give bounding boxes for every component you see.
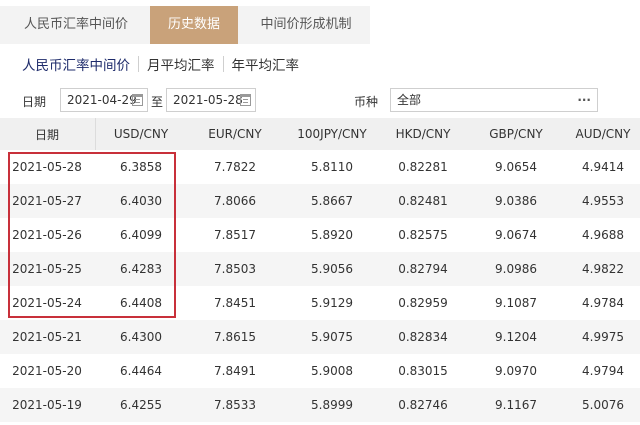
table-row: 2021-05-19 6.4255 7.8533 5.8999 0.82746 … [0, 388, 640, 422]
table-row: 2021-05-26 6.4099 7.8517 5.8920 0.82575 … [0, 218, 640, 252]
end-date-value: 2021-05-28 [173, 93, 243, 107]
cell-usd: 6.4255 [120, 398, 162, 412]
cell-jpy: 5.8110 [311, 160, 353, 174]
cell-aud: 4.9553 [582, 194, 624, 208]
cell-gbp: 9.0654 [495, 160, 537, 174]
more-options-icon[interactable]: ··· [577, 89, 591, 111]
cell-jpy: 5.9008 [311, 364, 353, 378]
rate-table: 日期 USD/CNY EUR/CNY 100JPY/CNY HKD/CNY GB… [0, 118, 640, 422]
cell-gbp: 9.0986 [495, 262, 537, 276]
cell-eur: 7.8451 [214, 296, 256, 310]
cell-eur: 7.8517 [214, 228, 256, 242]
start-date-value: 2021-04-29 [67, 93, 137, 107]
tab-rmb-central-parity[interactable]: 人民币汇率中间价 [10, 6, 142, 44]
tab-parity-formation-mechanism[interactable]: 中间价形成机制 [246, 6, 366, 44]
cell-date: 2021-05-21 [12, 330, 82, 344]
to-label: 至 [151, 95, 164, 109]
table-row: 2021-05-21 6.4300 7.8615 5.9075 0.82834 … [0, 320, 640, 354]
cell-hkd: 0.82575 [398, 228, 448, 242]
cell-hkd: 0.82281 [398, 160, 448, 174]
start-date-input[interactable]: 2021-04-29 [60, 88, 148, 112]
currency-selected-value: 全部 [397, 93, 422, 107]
cell-jpy: 5.8920 [311, 228, 353, 242]
cell-jpy: 5.8667 [311, 194, 353, 208]
cell-eur: 7.8503 [214, 262, 256, 276]
cell-date: 2021-05-24 [12, 296, 82, 310]
cell-hkd: 0.82834 [398, 330, 448, 344]
cell-usd: 6.4408 [120, 296, 162, 310]
cell-date: 2021-05-26 [12, 228, 82, 242]
header-usd: USD/CNY [113, 127, 169, 141]
cell-usd: 6.4030 [120, 194, 162, 208]
subtab-yearly-average[interactable]: 年平均汇率 [224, 54, 308, 74]
cell-usd: 6.3858 [120, 160, 162, 174]
cell-date: 2021-05-19 [12, 398, 82, 412]
cell-date: 2021-05-25 [12, 262, 82, 276]
tab-historical-data[interactable]: 历史数据 [150, 6, 238, 44]
table-header: 日期 USD/CNY EUR/CNY 100JPY/CNY HKD/CNY GB… [0, 118, 640, 150]
cell-aud: 4.9784 [582, 296, 624, 310]
cell-hkd: 0.82959 [398, 296, 448, 310]
header-gbp: GBP/CNY [489, 127, 543, 141]
calendar-icon[interactable] [240, 94, 251, 106]
cell-jpy: 5.9056 [311, 262, 353, 276]
cell-gbp: 9.0386 [495, 194, 537, 208]
cell-usd: 6.4283 [120, 262, 162, 276]
header-date: 日期 [34, 127, 59, 142]
cell-usd: 6.4099 [120, 228, 162, 242]
table-row: 2021-05-24 6.4408 7.8451 5.9129 0.82959 … [0, 286, 640, 320]
cell-hkd: 0.83015 [398, 364, 448, 378]
cell-aud: 4.9975 [582, 330, 624, 344]
cell-gbp: 9.1087 [495, 296, 537, 310]
cell-aud: 4.9794 [582, 364, 624, 378]
cell-jpy: 5.9075 [311, 330, 353, 344]
cell-aud: 4.9414 [582, 160, 624, 174]
header-hkd: HKD/CNY [395, 127, 451, 141]
header-aud: AUD/CNY [575, 127, 631, 141]
cell-eur: 7.8615 [214, 330, 256, 344]
cell-gbp: 9.0674 [495, 228, 537, 242]
cell-aud: 5.0076 [582, 398, 624, 412]
cell-hkd: 0.82746 [398, 398, 448, 412]
table-row: 2021-05-27 6.4030 7.8066 5.8667 0.82481 … [0, 184, 640, 218]
cell-jpy: 5.8999 [311, 398, 353, 412]
header-jpy: 100JPY/CNY [297, 127, 367, 141]
cell-date: 2021-05-27 [12, 194, 82, 208]
table-row: 2021-05-28 6.3858 7.7822 5.8110 0.82281 … [0, 150, 640, 184]
cell-aud: 4.9688 [582, 228, 624, 242]
currency-select[interactable]: 全部 ··· [390, 88, 598, 112]
cell-usd: 6.4464 [120, 364, 162, 378]
cell-hkd: 0.82481 [398, 194, 448, 208]
cell-gbp: 9.1167 [495, 398, 537, 412]
top-tab-bar: 人民币汇率中间价 历史数据 中间价形成机制 [0, 0, 640, 44]
sub-tab-bar: 人民币汇率中间价 月平均汇率 年平均汇率 [0, 50, 640, 78]
cell-eur: 7.8066 [214, 194, 256, 208]
end-date-input[interactable]: 2021-05-28 [166, 88, 256, 112]
calendar-icon[interactable] [132, 94, 143, 106]
cell-aud: 4.9822 [582, 262, 624, 276]
cell-gbp: 9.1204 [495, 330, 537, 344]
cell-date: 2021-05-28 [12, 160, 82, 174]
filter-bar: 日期 2021-04-29 至 2021-05-28 币种 全部 ··· [0, 86, 640, 116]
cell-eur: 7.8533 [214, 398, 256, 412]
cell-gbp: 9.0970 [495, 364, 537, 378]
table-row: 2021-05-25 6.4283 7.8503 5.9056 0.82794 … [0, 252, 640, 286]
cell-eur: 7.7822 [214, 160, 256, 174]
header-eur: EUR/CNY [208, 127, 262, 141]
cell-hkd: 0.82794 [398, 262, 448, 276]
currency-label: 币种 [354, 95, 379, 109]
cell-eur: 7.8491 [214, 364, 256, 378]
table-row: 2021-05-20 6.4464 7.8491 5.9008 0.83015 … [0, 354, 640, 388]
subtab-central-parity[interactable]: 人民币汇率中间价 [0, 54, 138, 74]
date-label: 日期 [22, 95, 47, 109]
cell-date: 2021-05-20 [12, 364, 82, 378]
cell-jpy: 5.9129 [311, 296, 353, 310]
cell-usd: 6.4300 [120, 330, 162, 344]
subtab-monthly-average[interactable]: 月平均汇率 [139, 54, 223, 74]
